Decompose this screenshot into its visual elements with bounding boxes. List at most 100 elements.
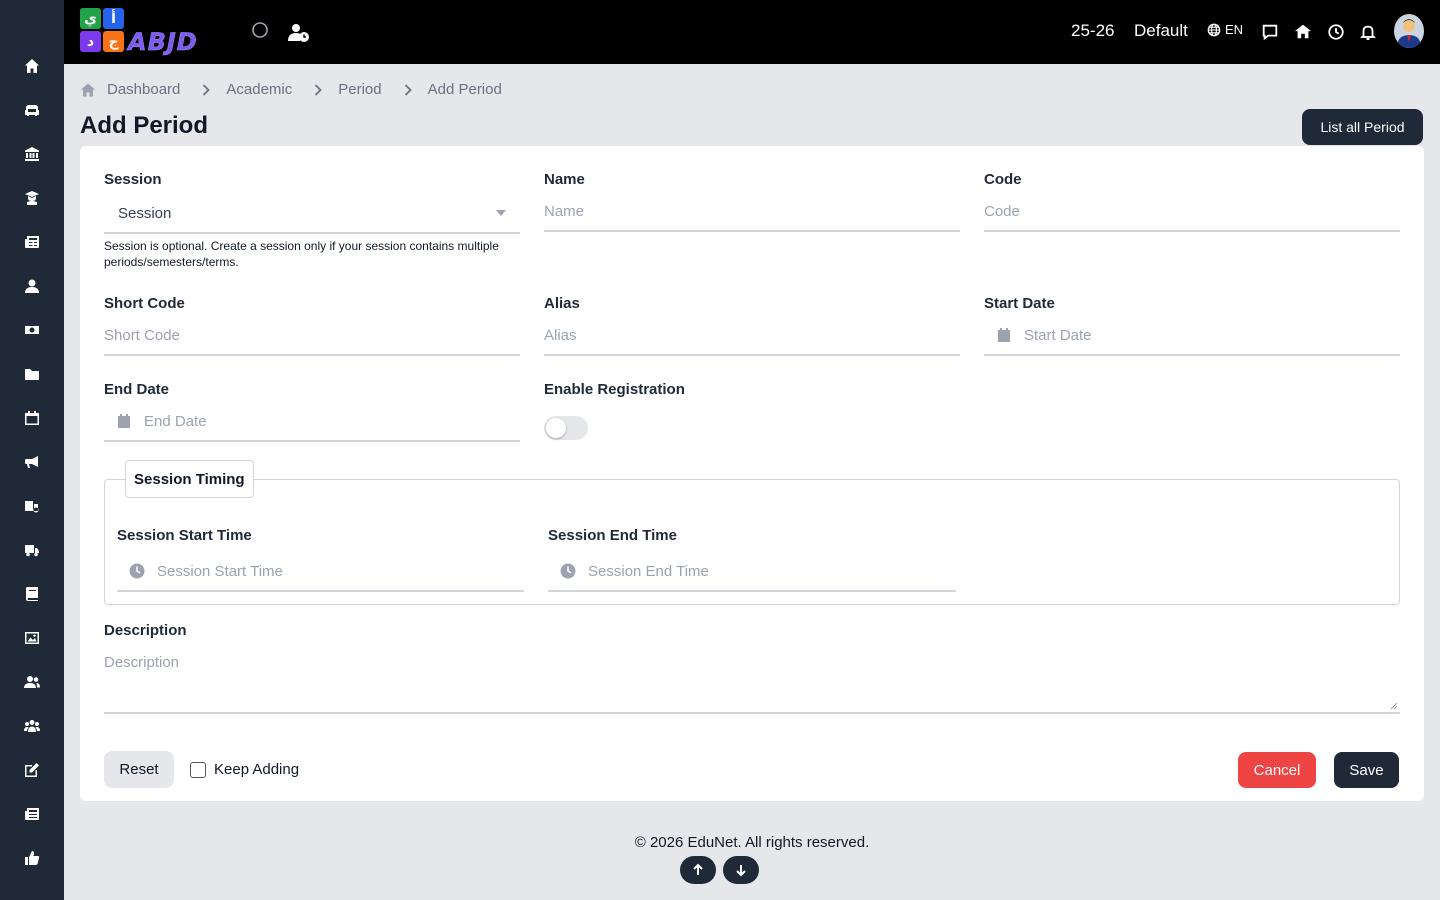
- calendar-icon: [118, 414, 130, 428]
- copyright-text: © 2026 EduNet. All rights reserved.: [634, 834, 870, 851]
- clock-icon[interactable]: [1326, 22, 1346, 42]
- bus-school-icon[interactable]: [22, 496, 42, 516]
- session-year[interactable]: 25-26: [1071, 21, 1114, 41]
- caret-down-icon: [496, 210, 506, 216]
- end-date-input[interactable]: End Date: [104, 402, 520, 442]
- end-date-placeholder: End Date: [144, 412, 207, 430]
- enable-registration-label: Enable Registration: [544, 381, 685, 398]
- keep-adding-label: Keep Adding: [214, 761, 300, 778]
- money-icon[interactable]: [22, 320, 42, 340]
- session-end-time-input[interactable]: Session End Time: [548, 552, 956, 592]
- book-icon[interactable]: [22, 584, 42, 604]
- name-input[interactable]: Name: [544, 192, 960, 232]
- name-placeholder: Name: [544, 202, 585, 220]
- start-date-placeholder: Start Date: [1024, 326, 1092, 344]
- code-input[interactable]: Code: [984, 192, 1400, 232]
- session-start-time-placeholder: Session Start Time: [157, 562, 283, 580]
- calendar-icon[interactable]: [22, 408, 42, 428]
- truck-icon[interactable]: [22, 540, 42, 560]
- news-icon[interactable]: [22, 804, 42, 824]
- app-logo[interactable]: ي أ د ج ABJD: [80, 8, 224, 56]
- scroll-up-button[interactable]: [680, 856, 716, 884]
- circle-icon[interactable]: [251, 20, 273, 42]
- session-select[interactable]: Session: [104, 194, 520, 234]
- logo-tile: ج: [103, 31, 124, 52]
- language-code: EN: [1225, 22, 1244, 37]
- alias-label: Alias: [544, 295, 580, 312]
- toggle-knob: [546, 418, 566, 438]
- description-textarea[interactable]: Description: [104, 650, 1400, 714]
- breadcrumb-dashboard[interactable]: Dashboard: [107, 81, 180, 98]
- session-label: Session: [104, 171, 162, 188]
- chevron-right-icon: [315, 83, 323, 96]
- profile-selector[interactable]: Default: [1134, 21, 1188, 41]
- bell-icon[interactable]: [1358, 22, 1378, 42]
- logo-text: ABJD: [128, 28, 198, 57]
- home-icon[interactable]: [22, 56, 42, 76]
- cancel-button[interactable]: Cancel: [1238, 752, 1316, 788]
- megaphone-icon[interactable]: [22, 452, 42, 472]
- globe-icon: [1207, 23, 1221, 36]
- resize-handle-icon[interactable]: [1390, 702, 1398, 710]
- user-clock-icon[interactable]: [288, 22, 310, 44]
- school-home-icon[interactable]: [1293, 22, 1313, 42]
- alias-placeholder: Alias: [544, 326, 577, 344]
- chevron-right-icon: [404, 83, 412, 96]
- session-start-time-input[interactable]: Session Start Time: [117, 552, 524, 592]
- description-label: Description: [104, 622, 187, 639]
- edit-icon[interactable]: [22, 760, 42, 780]
- breadcrumb: Dashboard Academic Period Add Period: [80, 81, 502, 98]
- start-date-label: Start Date: [984, 295, 1055, 312]
- breadcrumb-period[interactable]: Period: [338, 81, 381, 98]
- home-icon[interactable]: [80, 82, 96, 98]
- folder-icon[interactable]: [22, 364, 42, 384]
- thumbs-up-icon[interactable]: [22, 848, 42, 868]
- start-date-input[interactable]: Start Date: [984, 316, 1400, 356]
- logo-tile: د: [80, 31, 101, 52]
- graduate-icon[interactable]: [22, 188, 42, 208]
- top-bar: ي أ د ج ABJD 25-26 Default EN: [64, 0, 1440, 64]
- calendar-icon: [998, 328, 1010, 342]
- breadcrumb-academic[interactable]: Academic: [226, 81, 292, 98]
- short-code-input[interactable]: Short Code: [104, 316, 520, 356]
- clock-icon: [560, 563, 576, 579]
- code-placeholder: Code: [984, 202, 1020, 220]
- avatar[interactable]: [1394, 14, 1424, 48]
- keep-adding-checkbox[interactable]: [190, 761, 206, 778]
- alias-input[interactable]: Alias: [544, 316, 960, 356]
- user-icon[interactable]: [22, 276, 42, 296]
- sidebar: [0, 0, 64, 900]
- session-timing-legend: Session Timing: [125, 460, 254, 498]
- page-title: Add Period: [80, 112, 209, 139]
- logo-tile: ي: [80, 8, 101, 29]
- short-code-label: Short Code: [104, 295, 185, 312]
- short-code-placeholder: Short Code: [104, 326, 180, 344]
- keep-adding-option[interactable]: Keep Adding: [190, 761, 299, 778]
- enable-registration-toggle[interactable]: [544, 416, 588, 440]
- description-placeholder: Description: [104, 654, 180, 671]
- session-help-text: Session is optional. Create a session on…: [104, 239, 499, 269]
- list-all-period-button[interactable]: List all Period: [1302, 109, 1423, 145]
- code-label: Code: [984, 171, 1022, 188]
- arrow-down-icon: [736, 865, 746, 877]
- users-icon[interactable]: [22, 672, 42, 692]
- session-select-value: Session: [118, 204, 172, 222]
- newspaper-icon[interactable]: [22, 232, 42, 252]
- arrow-up-icon: [693, 863, 703, 875]
- group-icon[interactable]: [22, 716, 42, 736]
- logo-tile: أ: [103, 8, 124, 29]
- save-button[interactable]: Save: [1334, 752, 1399, 788]
- message-icon[interactable]: [1260, 22, 1280, 42]
- session-end-time-label: Session End Time: [548, 527, 677, 544]
- end-date-label: End Date: [104, 381, 170, 398]
- scroll-down-button[interactable]: [723, 856, 759, 884]
- institution-icon[interactable]: [22, 144, 42, 164]
- language-selector[interactable]: EN: [1207, 22, 1243, 37]
- image-icon[interactable]: [22, 628, 42, 648]
- chevron-right-icon: [203, 83, 211, 96]
- sofa-icon[interactable]: [22, 100, 42, 120]
- clock-icon: [129, 563, 145, 579]
- session-start-time-label: Session Start Time: [117, 527, 252, 544]
- reset-button[interactable]: Reset: [104, 751, 174, 788]
- session-end-time-placeholder: Session End Time: [588, 562, 709, 580]
